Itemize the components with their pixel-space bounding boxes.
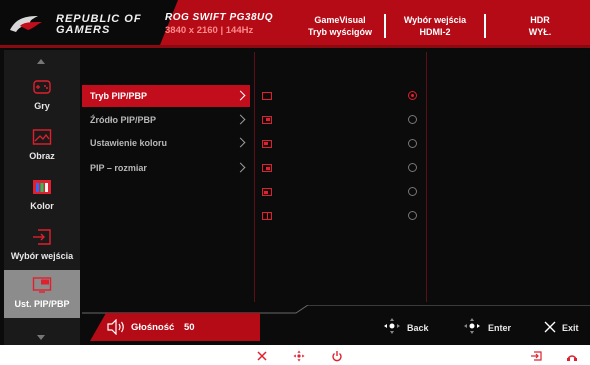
menu-item-pip-source[interactable]: Źródło PIP/PBP: [82, 109, 250, 131]
joystick-enter-icon: [464, 318, 480, 334]
menu-item-pip-size[interactable]: PIP – rozmiar: [82, 157, 250, 179]
chevron-right-icon: [235, 114, 246, 125]
pip-bottom-left-icon: [262, 188, 272, 196]
sidebar-item-pip-pbp[interactable]: Ust. PIP/PBP: [4, 270, 80, 318]
osd-panel: REPUBLIC OF GAMERS ROG SWIFT PG38UQ 3840…: [0, 0, 590, 345]
volume-label: Głośność: [131, 322, 175, 333]
status-separator: [384, 14, 386, 38]
input-key-icon[interactable]: [530, 350, 542, 362]
header-divider: [0, 45, 590, 48]
sidebar-item-obraz[interactable]: Obraz: [4, 122, 80, 170]
sidebar-item-label: Gry: [34, 101, 50, 111]
option-radio-pip-bottom-right[interactable]: [408, 163, 417, 172]
rog-logo-icon: [10, 16, 42, 32]
option-radio-pip-top-left[interactable]: [408, 139, 417, 148]
chevron-right-icon: [235, 90, 246, 101]
monitor-model: ROG SWIFT PG38UQ: [165, 12, 274, 23]
chevron-right-icon: [235, 162, 246, 173]
volume-value: 50: [184, 322, 195, 333]
pip-monitor-icon: [32, 277, 52, 293]
speaker-icon: [107, 319, 124, 335]
option-radio-pbp[interactable]: [408, 211, 417, 220]
menu-item-pip-mode[interactable]: Tryb PIP/PBP: [82, 85, 250, 107]
input-select-icon: [33, 229, 51, 245]
resolution-info: 3840 x 2160 | 144Hz: [165, 25, 254, 36]
close-key-icon[interactable]: [256, 350, 268, 362]
close-icon: [544, 321, 556, 333]
sidebar-item-label: Ust. PIP/PBP: [14, 299, 70, 309]
pip-bottom-right-icon: [262, 164, 272, 172]
option-radio-pip-bottom-left[interactable]: [408, 187, 417, 196]
gamevisual-status: GameVisual Tryb wyścigów: [307, 15, 373, 37]
gameplus-key-icon[interactable]: [566, 350, 578, 362]
pip-top-right-icon: [262, 116, 272, 124]
joystick-key-icon[interactable]: [293, 350, 305, 362]
power-key-icon[interactable]: [331, 350, 343, 362]
exit-label[interactable]: Exit: [562, 323, 579, 333]
option-radio-pip-off[interactable]: [408, 91, 417, 100]
hdr-status: HDR WYŁ.: [528, 15, 552, 37]
pbp-split-icon: [262, 212, 272, 220]
sidebar-item-gry[interactable]: Gry: [4, 72, 80, 120]
color-bars-icon: [33, 180, 51, 194]
back-label[interactable]: Back: [407, 323, 429, 333]
scroll-down-icon[interactable]: [37, 335, 45, 340]
sidebar-item-label: Obraz: [29, 151, 55, 161]
joystick-back-icon: [384, 318, 400, 334]
gamepad-icon: [33, 80, 51, 94]
input-status: Wybór wejścia HDMI-2: [403, 15, 467, 37]
brand-name: REPUBLIC OF GAMERS: [56, 13, 142, 36]
sidebar-item-kolor[interactable]: Kolor: [4, 172, 80, 220]
status-separator: [484, 14, 486, 38]
scroll-up-icon[interactable]: [37, 59, 45, 64]
sidebar-item-label: Wybór wejścia: [10, 251, 74, 261]
pip-top-left-icon: [262, 140, 272, 148]
pip-off-icon: [262, 92, 272, 100]
option-radio-pip-top-right[interactable]: [408, 115, 417, 124]
column-divider: [254, 52, 255, 302]
enter-label[interactable]: Enter: [488, 323, 511, 333]
column-divider: [426, 52, 427, 302]
image-icon: [32, 129, 52, 145]
sidebar-item-label: Kolor: [30, 201, 54, 211]
menu-item-color-setting[interactable]: Ustawienie koloru: [82, 132, 250, 154]
sidebar-item-wybor-wejscia[interactable]: Wybór wejścia: [4, 222, 80, 270]
chevron-right-icon: [235, 137, 246, 148]
